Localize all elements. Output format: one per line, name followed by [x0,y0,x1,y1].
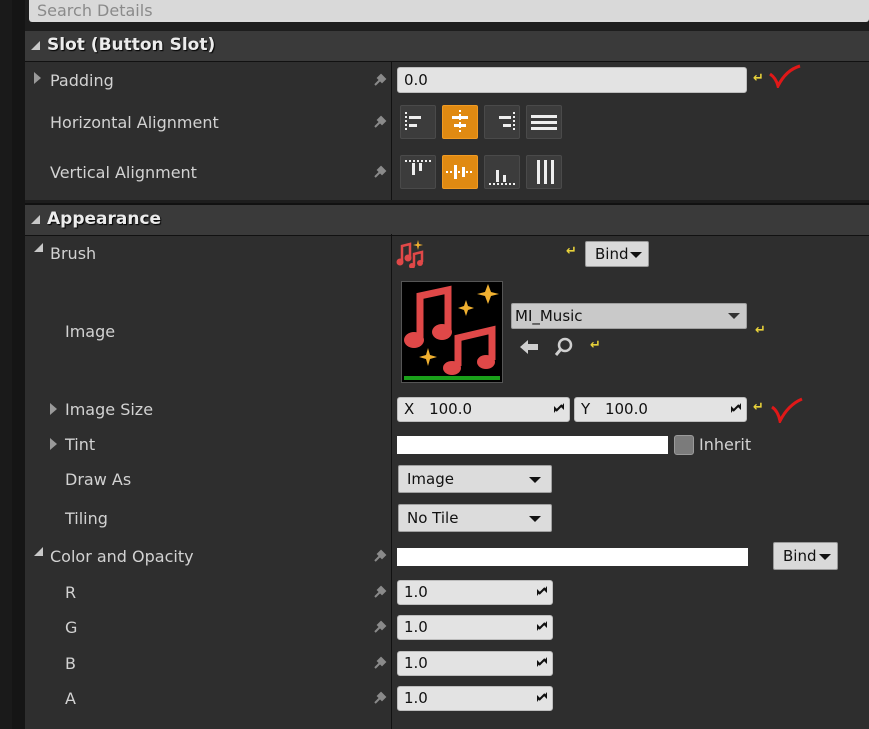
channel-b-value: 1.0 [404,654,428,672]
music-notes-icon [396,240,424,268]
color-opacity-swatch[interactable] [397,548,748,566]
channel-r-value: 1.0 [404,583,428,601]
channel-r-field[interactable]: 1.0 [397,580,553,605]
bind-label: Bind [783,547,817,565]
y-value: 100.0 [604,400,648,418]
tiling-value: No Tile [407,509,459,527]
spin-icon[interactable] [537,621,547,631]
key-icon[interactable] [373,620,387,634]
key-icon[interactable] [373,656,387,670]
v-align-bottom-button[interactable] [484,155,520,189]
caret-down-icon [630,252,642,258]
image-label: Image [65,322,116,341]
reset-arrow-icon[interactable]: ↵ [753,400,764,415]
spin-icon[interactable] [537,692,547,702]
slot-section-header[interactable]: Slot (Button Slot) [25,31,869,62]
h-align-fill-button[interactable] [526,105,562,139]
channel-g-field[interactable]: 1.0 [397,615,553,640]
search-details-input[interactable]: Search Details [29,0,869,22]
horizontal-alignment-label: Horizontal Alignment [50,113,219,132]
search-icon[interactable] [554,337,574,357]
expand-triangle-icon[interactable] [50,438,57,450]
h-align-left-button[interactable] [400,105,436,139]
key-icon[interactable] [373,691,387,705]
brush-label: Brush [50,244,97,263]
vertical-alignment-label: Vertical Alignment [50,163,197,182]
collapse-triangle-icon [31,41,40,50]
column-divider [391,62,392,200]
padding-field[interactable]: 0.0 [397,67,747,93]
image-size-label: Image Size [65,400,154,419]
channel-b-label: B [65,654,76,673]
image-thumbnail[interactable] [401,281,503,383]
brush-bind-button[interactable]: Bind [585,241,649,267]
channel-a-value: 1.0 [404,689,428,707]
key-icon[interactable] [373,115,387,129]
color-bind-button[interactable]: Bind [773,542,838,570]
draw-as-value: Image [407,470,454,488]
reset-arrow-icon[interactable]: ↵ [753,71,764,86]
spin-icon[interactable] [731,403,741,413]
x-prefix: X [404,400,415,418]
v-align-top-button[interactable] [400,155,436,189]
tiling-label: Tiling [65,509,108,528]
channel-g-value: 1.0 [404,618,428,636]
draw-as-label: Draw As [65,470,132,489]
spin-icon[interactable] [537,657,547,667]
slot-section-title: Slot (Button Slot) [47,35,216,55]
x-value: 100.0 [429,400,473,418]
draw-as-dropdown[interactable]: Image [398,465,552,493]
inherit-label: Inherit [699,435,752,454]
music-notes-icon [404,284,500,380]
h-align-right-button[interactable] [484,105,520,139]
expand-triangle-icon[interactable] [34,72,41,84]
column-divider [391,234,392,729]
left-gutter-inner [12,0,25,729]
key-icon[interactable] [373,165,387,179]
appearance-section-header[interactable]: Appearance [25,203,869,236]
tiling-dropdown[interactable]: No Tile [398,504,552,532]
color-opacity-label: Color and Opacity [50,547,194,566]
checkmark-icon [771,397,803,423]
image-size-y-field[interactable]: Y 100.0 [574,397,747,422]
collapse-triangle-icon [31,215,40,224]
bind-label: Bind [595,245,629,263]
channel-a-label: A [65,689,76,708]
channel-b-field[interactable]: 1.0 [397,651,553,676]
inherit-checkbox[interactable] [674,435,694,455]
image-asset-dropdown[interactable]: MI_Music [511,303,747,329]
key-icon[interactable] [373,585,387,599]
caret-down-icon [728,313,740,319]
padding-label: Padding [50,71,114,90]
h-align-center-button[interactable] [442,105,478,139]
checkmark-icon [769,64,801,88]
reset-arrow-icon[interactable]: ↵ [590,338,601,353]
tint-label: Tint [65,435,96,454]
image-asset-value: MI_Music [515,307,583,325]
key-icon[interactable] [373,549,387,563]
channel-g-label: G [65,618,78,637]
spin-icon[interactable] [554,403,564,413]
reset-arrow-icon[interactable]: ↵ [755,323,766,338]
caret-down-icon [529,477,541,483]
caret-down-icon [529,516,541,522]
caret-down-icon [819,554,831,560]
key-icon[interactable] [373,73,387,87]
image-size-x-field[interactable]: X 100.0 [397,397,570,422]
expand-triangle-icon[interactable] [50,403,57,415]
channel-a-field[interactable]: 1.0 [397,686,553,711]
reset-arrow-icon[interactable]: ↵ [566,244,577,259]
collapse-triangle-icon[interactable] [34,243,43,252]
collapse-triangle-icon[interactable] [34,547,43,556]
v-align-fill-button[interactable] [526,155,562,189]
back-arrow-icon[interactable] [518,338,540,356]
appearance-section-title: Appearance [47,209,162,229]
tint-color-swatch[interactable] [397,436,668,454]
v-align-center-button[interactable] [442,155,478,189]
channel-r-label: R [65,583,77,602]
y-prefix: Y [581,400,591,418]
spin-icon[interactable] [537,586,547,596]
